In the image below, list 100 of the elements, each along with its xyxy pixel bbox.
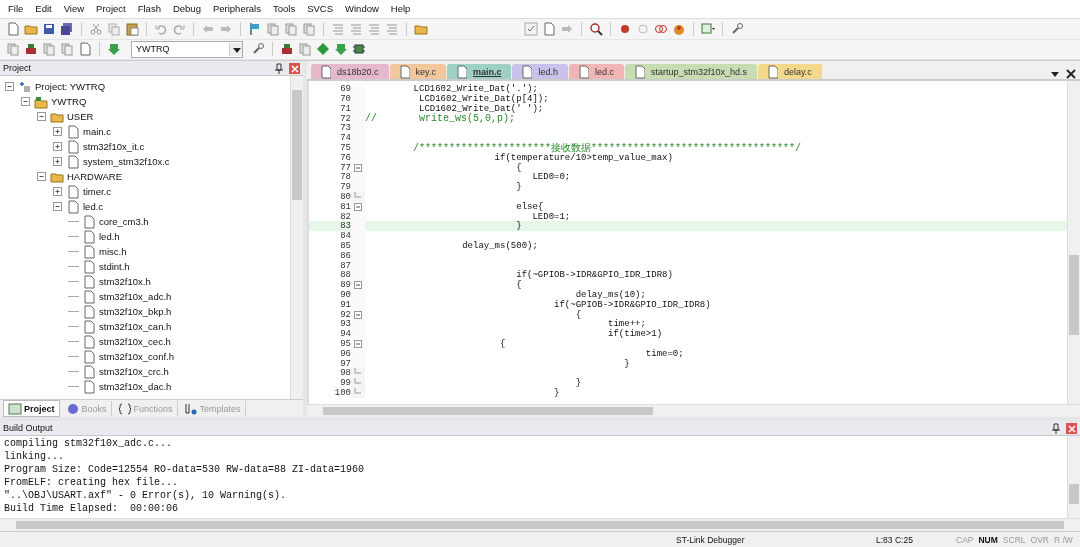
menu-item[interactable]: Flash [131, 3, 167, 15]
window-layout-icon[interactable] [701, 21, 715, 36]
file-tab[interactable]: startup_stm32f10x_hd.s [624, 64, 757, 80]
line-number: 84 [339, 231, 351, 242]
collapse-icon[interactable] [4, 81, 15, 93]
menu-item[interactable]: Peripherals [206, 3, 267, 15]
file-icon [66, 184, 80, 199]
line-number: 91 [339, 299, 351, 310]
target-folder-icon [34, 94, 48, 109]
tree-item[interactable]: main.c [83, 126, 111, 138]
vertical-scrollbar[interactable] [1067, 436, 1080, 519]
file-tab[interactable]: ds18b20.c [311, 64, 389, 80]
tree-item[interactable]: misc.h [99, 246, 127, 258]
tree-item[interactable]: stm32f10x_bkp.h [99, 306, 172, 318]
close-icon[interactable] [1064, 67, 1076, 80]
new-file-icon[interactable] [6, 21, 20, 36]
paste-icon[interactable] [125, 21, 139, 36]
line-number: 69 [339, 84, 351, 95]
code-line: else{ [515, 201, 544, 212]
key-indicator: CAP [956, 534, 974, 545]
diamond-icon[interactable] [316, 42, 330, 57]
tree-item[interactable]: stm32f10x_conf.h [99, 351, 174, 363]
tree-item[interactable]: stm32f10x_can.h [99, 321, 172, 333]
save-icon[interactable] [42, 21, 56, 36]
collapse-icon[interactable] [52, 201, 63, 213]
project-icon [18, 79, 32, 94]
tree-item[interactable]: system_stm32f10x.c [83, 156, 170, 168]
collapse-icon[interactable] [20, 96, 31, 108]
file-tab[interactable]: led.c [568, 64, 624, 80]
document-icon[interactable] [542, 21, 556, 36]
save-all-icon[interactable] [60, 21, 74, 36]
tree-item[interactable]: stm32f10x.h [99, 276, 151, 288]
tree-item[interactable]: stdint.h [99, 261, 130, 273]
bookmark-flag-icon[interactable] [248, 21, 262, 36]
file-icon [66, 154, 80, 169]
file-tab[interactable]: led.h [512, 64, 568, 80]
file-icon [82, 259, 96, 274]
file-icon [82, 214, 96, 229]
line-number: 86 [339, 250, 351, 261]
tree-item[interactable]: stm32f10x_cec.h [99, 336, 171, 348]
checkbox-dropdown-icon[interactable] [524, 21, 538, 36]
debug-search-icon[interactable] [589, 21, 603, 36]
menu-item[interactable]: Window [339, 3, 385, 15]
tree-item[interactable]: USER [67, 111, 94, 123]
pages-icon[interactable] [284, 21, 298, 36]
book-icon [65, 401, 80, 416]
file-tab[interactable]: delay.c [758, 64, 822, 80]
tree-item[interactable]: Project: YWTRQ [35, 81, 106, 93]
chip-icon[interactable] [352, 42, 366, 57]
menu-item[interactable]: View [57, 3, 91, 15]
line-number: 97 [339, 358, 351, 369]
menu-item[interactable]: Tools [267, 3, 302, 15]
wrench-icon[interactable] [730, 21, 744, 36]
menu-item[interactable]: File [2, 3, 30, 15]
file-tab[interactable]: main.c [446, 64, 512, 80]
pages-icon[interactable] [302, 21, 316, 36]
tree-item[interactable]: HARDWARE [67, 171, 123, 183]
vertical-scrollbar[interactable] [1067, 81, 1080, 405]
output-line: FromELF: creating hex file... [4, 477, 180, 490]
file-icon [397, 64, 410, 79]
line-number: 75 [339, 143, 351, 153]
expand-icon[interactable] [52, 126, 63, 138]
file-tab[interactable]: key.c [389, 64, 446, 80]
expand-icon[interactable] [52, 186, 63, 198]
menu-item[interactable]: Project [90, 3, 132, 15]
pages-icon[interactable] [266, 21, 280, 36]
tree-item[interactable]: core_cm3.h [99, 216, 149, 228]
file-icon [82, 379, 96, 394]
code-line: { [499, 338, 506, 349]
tree-item[interactable]: led.c [83, 201, 104, 213]
menu-item[interactable]: Help [384, 3, 417, 15]
tree-item[interactable]: stm32f10x_dac.h [99, 381, 172, 393]
download-arrow-icon[interactable] [334, 42, 348, 57]
cut-icon[interactable] [89, 21, 103, 36]
copy-icon[interactable] [107, 21, 121, 36]
panel-tab[interactable]: Project [3, 400, 60, 418]
line-number: 83 [339, 221, 351, 232]
horizontal-scrollbar[interactable] [307, 404, 1080, 418]
collapse-icon[interactable] [36, 111, 47, 123]
expand-icon[interactable] [52, 141, 63, 153]
tree-item[interactable]: stm32f10x_adc.h [99, 291, 172, 303]
tree-item[interactable]: timer.c [83, 186, 111, 198]
line-number: 95 [339, 338, 351, 349]
line-number: 92 [339, 309, 351, 320]
pin-icon[interactable] [1049, 422, 1061, 435]
menu-item[interactable]: Edit [29, 3, 58, 15]
pin-icon[interactable] [272, 62, 284, 75]
target-select[interactable]: YWTRQ [131, 40, 243, 58]
menu-item[interactable]: SVCS [301, 3, 340, 15]
collapse-icon[interactable] [36, 171, 47, 183]
menu-item[interactable]: Debug [166, 3, 207, 15]
horizontal-scrollbar[interactable] [0, 518, 1080, 532]
vertical-scrollbar[interactable] [290, 76, 303, 400]
tree-item[interactable]: led.h [99, 231, 120, 243]
tree-item[interactable]: stm32f10x_crc.h [99, 366, 169, 378]
tree-item[interactable]: stm32f10x_it.c [83, 141, 145, 153]
code-line: } [515, 182, 522, 193]
expand-icon[interactable] [52, 156, 63, 168]
key-indicator: SCRL [1002, 534, 1026, 545]
tree-item[interactable]: YWTRQ [51, 96, 87, 108]
